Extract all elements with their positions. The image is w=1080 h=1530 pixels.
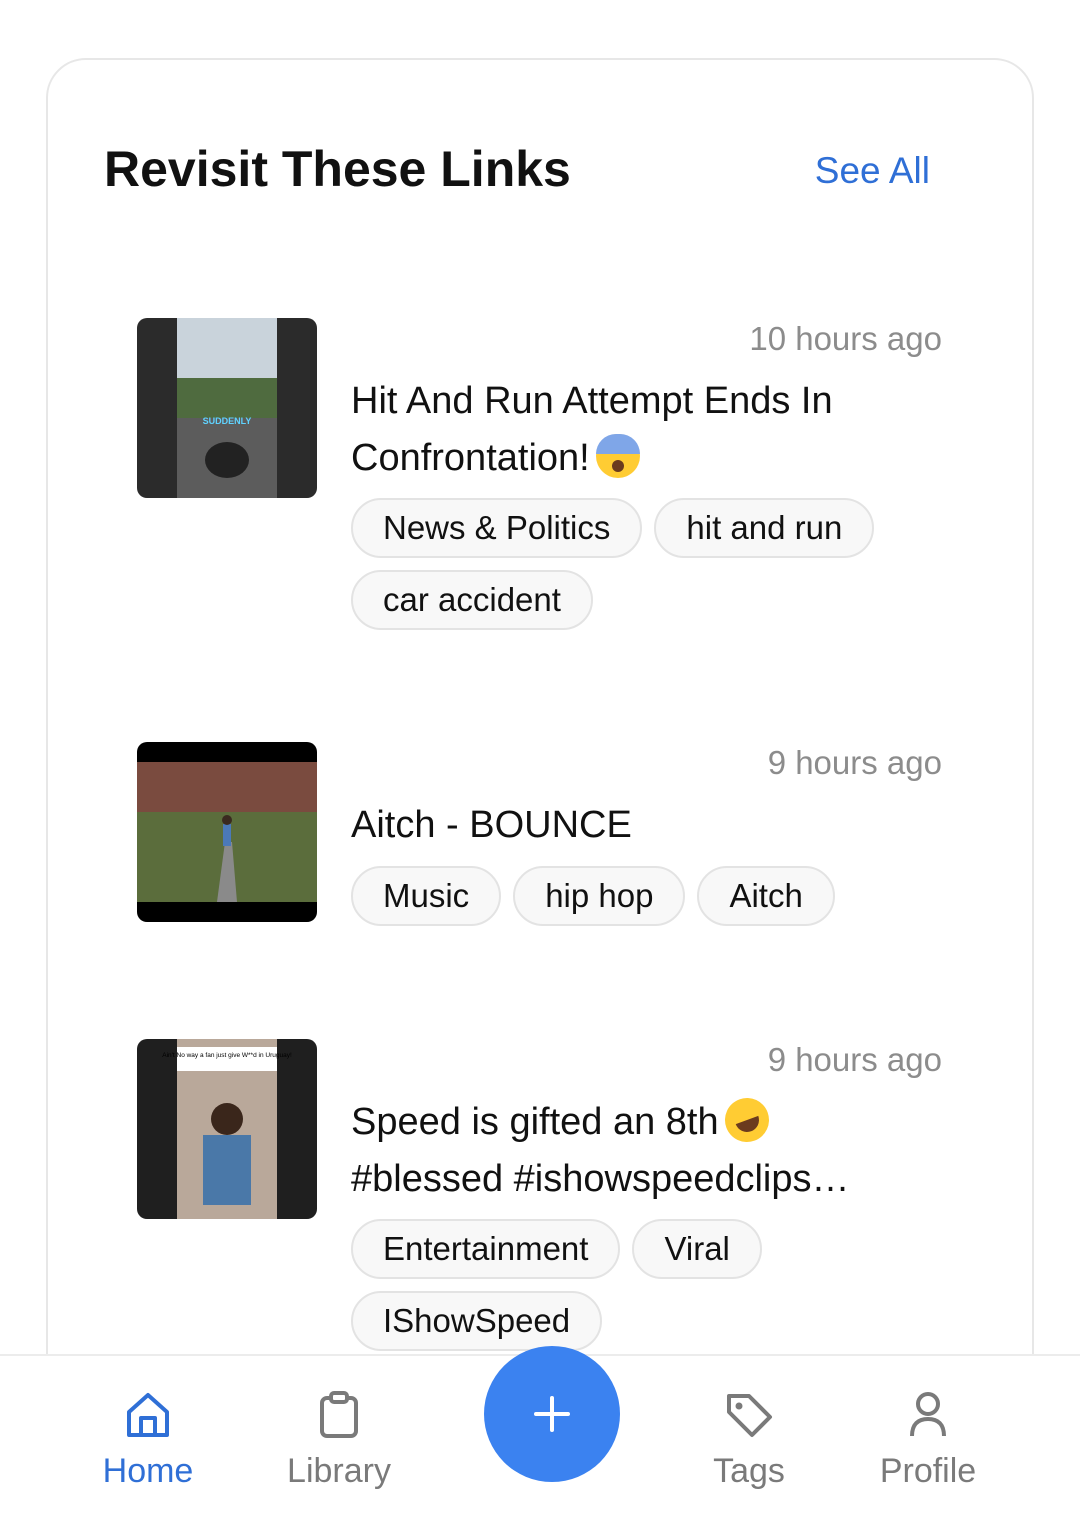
tag-chip[interactable]: Entertainment (351, 1219, 621, 1279)
rolling-laughing-emoji (718, 1091, 775, 1149)
tag-chip[interactable]: car accident (351, 570, 593, 630)
tag-list: Entertainment Viral IShowSpeed (351, 1219, 951, 1351)
link-title[interactable]: Aitch - BOUNCE (351, 797, 911, 854)
add-link-button[interactable] (484, 1346, 620, 1482)
nav-profile[interactable]: Profile (838, 1356, 1018, 1530)
tag-chip[interactable]: hit and run (654, 498, 875, 558)
tag-chip[interactable]: Music (351, 866, 502, 926)
thumbnail-image: Ain't No way a fan just give W**d in Uru… (137, 1039, 317, 1219)
nav-home[interactable]: Home (58, 1356, 238, 1530)
link-thumbnail[interactable]: SUDDENLY (137, 318, 317, 498)
tag-list: News & Politics hit and run car accident (351, 498, 951, 630)
link-thumbnail[interactable]: Ain't No way a fan just give W**d in Uru… (137, 1039, 317, 1219)
nav-tags-label: Tags (713, 1452, 785, 1490)
link-title-text: #blessed #ishowspeedclips… (351, 1158, 850, 1200)
timestamp: 9 hours ago (767, 1041, 942, 1078)
nav-library-label: Library (287, 1452, 391, 1490)
nav-library[interactable]: Library (249, 1356, 429, 1530)
timestamp: 9 hours ago (767, 744, 942, 781)
link-title[interactable]: Speed is gifted an 8th #blessed #ishowspe… (351, 1091, 911, 1208)
thumbnail-image (137, 742, 317, 922)
nav-profile-label: Profile (879, 1452, 977, 1490)
link-title[interactable]: Hit And Run Attempt Ends In Confrontatio… (351, 373, 911, 487)
link-thumbnail[interactable] (137, 742, 317, 922)
tag-list: Music hip hop Aitch (351, 866, 951, 926)
fearful-face-emoji (595, 434, 640, 478)
link-title-text: Speed is gifted an 8th (351, 1101, 719, 1143)
thumbnail-caption: SUDDENLY (203, 416, 252, 426)
home-icon (127, 1393, 169, 1437)
nav-tags[interactable]: Tags (659, 1356, 839, 1530)
nav-home-label: Home (102, 1452, 194, 1490)
user-icon (910, 1392, 946, 1437)
tag-chip[interactable]: News & Politics (351, 498, 643, 558)
thumbnail-caption: Ain't No way a fan just give W**d in Uru… (162, 1052, 292, 1059)
tag-chip[interactable]: IShowSpeed (351, 1291, 603, 1351)
see-all-link[interactable]: See All (815, 150, 930, 192)
timestamp: 10 hours ago (749, 320, 942, 357)
link-item[interactable]: SUDDENLY 10 hours ago Hit And Run Attemp… (137, 318, 947, 638)
link-title-text: Hit And Run Attempt Ends In Confrontatio… (351, 380, 833, 479)
clipboard-icon (320, 1391, 358, 1438)
thumbnail-image: SUDDENLY (137, 318, 317, 498)
tag-chip[interactable]: Viral (632, 1219, 762, 1279)
tag-icon (727, 1394, 772, 1437)
section-title: Revisit These Links (104, 141, 571, 197)
link-item[interactable]: Ain't No way a fan just give W**d in Uru… (137, 1039, 947, 1359)
link-item[interactable]: 9 hours ago Aitch - BOUNCE Music hip hop… (137, 742, 947, 942)
tag-chip[interactable]: hip hop (513, 866, 686, 926)
plus-icon (534, 1396, 570, 1432)
tag-chip[interactable]: Aitch (697, 866, 835, 926)
